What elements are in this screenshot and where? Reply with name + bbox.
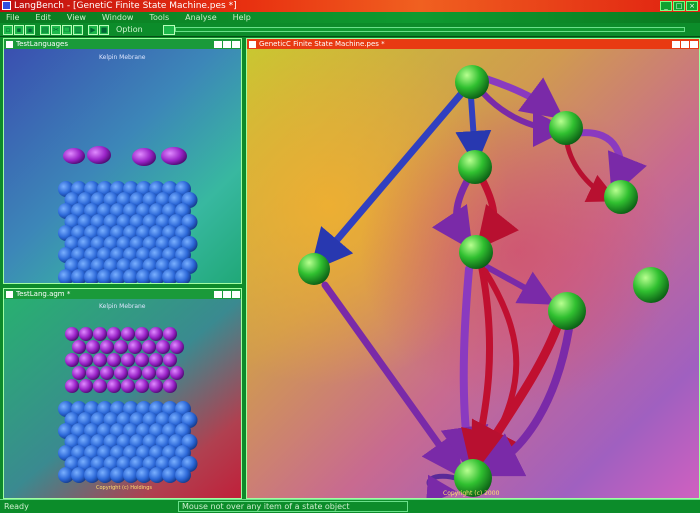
menu-bar: File Edit View Window Tools Analyse Help xyxy=(0,12,700,23)
status-message: Mouse not over any item of a state objec… xyxy=(178,501,408,512)
window-title: GeneticC Finite State Machine.pes * xyxy=(259,40,385,48)
window-menu-icon[interactable] xyxy=(6,290,13,298)
cut-icon[interactable]: ✂ xyxy=(51,24,61,35)
close-icon[interactable] xyxy=(232,290,240,298)
minimize-icon[interactable] xyxy=(672,40,680,48)
copyright-label: Copyright (c) 2000 xyxy=(443,490,500,497)
minimize-icon[interactable]: _ xyxy=(660,1,672,11)
copyright-label: Copyright (c) Holdings xyxy=(96,485,152,491)
state-node[interactable] xyxy=(459,235,493,269)
paste-icon[interactable]: ▥ xyxy=(73,24,83,35)
copy-icon[interactable]: ❐ xyxy=(62,24,72,35)
state-node[interactable] xyxy=(548,292,586,330)
menu-tools[interactable]: Tools xyxy=(149,13,169,22)
options-label: Option xyxy=(116,25,143,34)
menu-edit[interactable]: Edit xyxy=(35,13,51,22)
range-slider[interactable] xyxy=(175,27,685,32)
state-node[interactable] xyxy=(604,180,638,214)
3d-viewport[interactable]: Kelpin Mebrane Copyright (c) Holdings xyxy=(4,299,241,498)
print-icon[interactable]: ▤ xyxy=(40,24,50,35)
state-node[interactable] xyxy=(549,111,583,145)
state-machine-viewport[interactable]: Copyright (c) 2000 xyxy=(247,49,699,498)
window-title-bar[interactable]: TestLanguages xyxy=(4,39,241,49)
window-title-bar[interactable]: GeneticC Finite State Machine.pes * xyxy=(247,39,699,49)
open-icon[interactable]: ▪ xyxy=(14,24,24,35)
minimize-icon[interactable] xyxy=(214,40,222,48)
app-title-bar: LangBench - [GenetiC Finite State Machin… xyxy=(0,0,700,12)
status-ready: Ready xyxy=(4,502,29,511)
state-node[interactable] xyxy=(455,65,489,99)
window-title: TestLang.agm * xyxy=(16,290,71,298)
toolbar: ▫ ▪ ▣ ▤ ✂ ❐ ▥ ▶ ■ Option xyxy=(0,23,700,37)
save-icon[interactable]: ▣ xyxy=(25,24,35,35)
new-icon[interactable]: ▫ xyxy=(3,24,13,35)
scene-caption: Kelpin Mebrane xyxy=(99,54,146,61)
scene-caption: Kelpin Mebrane xyxy=(99,303,146,310)
maximize-icon[interactable] xyxy=(223,40,231,48)
maximize-icon[interactable]: □ xyxy=(673,1,685,11)
blue-sphere-block[interactable] xyxy=(58,181,198,283)
state-node[interactable] xyxy=(633,267,669,303)
status-bar: Ready Mouse not over any item of a state… xyxy=(0,499,700,513)
test-languages-window: TestLanguages Kelpin Mebrane xyxy=(3,38,242,284)
window-title-bar[interactable]: TestLang.agm * xyxy=(4,289,241,299)
purple-node-cluster[interactable] xyxy=(65,327,184,393)
close-icon[interactable]: × xyxy=(686,1,698,11)
menu-help[interactable]: Help xyxy=(233,13,251,22)
menu-analyse[interactable]: Analyse xyxy=(185,13,217,22)
window-title: TestLanguages xyxy=(16,40,68,48)
run-icon[interactable]: ▶ xyxy=(88,24,98,35)
app-title: LangBench - [GenetiC Finite State Machin… xyxy=(14,1,237,11)
menu-file[interactable]: File xyxy=(6,13,19,22)
minimize-icon[interactable] xyxy=(214,290,222,298)
maximize-icon[interactable] xyxy=(681,40,689,48)
close-icon[interactable] xyxy=(690,40,698,48)
close-icon[interactable] xyxy=(232,40,240,48)
stop-icon[interactable]: ■ xyxy=(99,24,109,35)
state-node[interactable] xyxy=(298,253,330,285)
window-menu-icon[interactable] xyxy=(249,40,256,48)
window-menu-icon[interactable] xyxy=(6,40,13,48)
test-lang-agm-window: TestLang.agm * Kelpin Mebrane Copyright … xyxy=(3,288,242,499)
app-icon[interactable] xyxy=(2,1,11,10)
blue-sphere-block[interactable] xyxy=(58,401,198,483)
3d-viewport[interactable]: Kelpin Mebrane xyxy=(4,49,241,283)
state-node[interactable] xyxy=(458,150,492,184)
menu-view[interactable]: View xyxy=(67,13,86,22)
transition-arrow[interactable] xyxy=(455,94,492,167)
options-dropdown[interactable] xyxy=(162,24,175,35)
fsm-window: GeneticC Finite State Machine.pes * Copy… xyxy=(246,38,700,499)
maximize-icon[interactable] xyxy=(223,290,231,298)
menu-window[interactable]: Window xyxy=(102,13,134,22)
